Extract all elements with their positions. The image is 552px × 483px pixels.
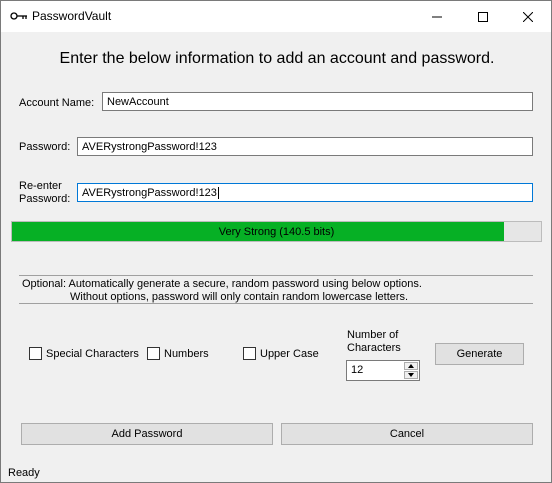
numbers-checkbox[interactable]: [147, 347, 160, 360]
page-title: Enter the below information to add an ac…: [59, 50, 495, 67]
divider-top: [19, 275, 533, 276]
cancel-button[interactable]: Cancel: [281, 423, 533, 445]
account-name-value: NewAccount: [107, 96, 169, 108]
optional-text-line2: Without options, password will only cont…: [70, 291, 409, 303]
password-value: AVERystrongPassword!123: [82, 141, 217, 153]
number-of-characters-label-line1: Number of: [347, 329, 399, 341]
text-caret: [217, 187, 219, 200]
maximize-button[interactable]: [460, 1, 506, 32]
account-name-label: Account Name:: [19, 97, 95, 109]
numbers-label[interactable]: Numbers: [164, 348, 209, 361]
reenter-password-value: AVERystrongPassword!123: [82, 187, 217, 199]
title-bar[interactable]: PasswordVault: [1, 1, 551, 32]
password-input[interactable]: AVERystrongPassword!123: [77, 137, 533, 156]
status-bar-text: Ready: [8, 467, 40, 479]
divider-bottom: [19, 303, 533, 304]
generate-button[interactable]: Generate: [435, 343, 524, 365]
add-password-button[interactable]: Add Password: [21, 423, 273, 445]
reenter-password-input[interactable]: AVERystrongPassword!123: [77, 183, 533, 202]
number-of-characters-spinbox[interactable]: 12: [346, 360, 420, 381]
reenter-label-line2: Password:: [19, 193, 71, 205]
special-characters-label[interactable]: Special Characters: [46, 348, 139, 361]
upper-case-checkbox[interactable]: [243, 347, 256, 360]
password-label: Password:: [19, 141, 71, 153]
number-of-characters-label-line2: Characters: [347, 342, 401, 354]
upper-case-label[interactable]: Upper Case: [260, 348, 319, 361]
key-icon: [10, 12, 27, 20]
close-button[interactable]: [505, 1, 551, 32]
minimize-icon: [432, 16, 442, 17]
window-title: PasswordVault: [32, 9, 112, 23]
strength-text: Very Strong (140.5 bits): [218, 226, 335, 238]
spin-buttons: [404, 362, 418, 379]
close-icon: [523, 11, 533, 22]
triangle-up-icon: [408, 364, 414, 368]
number-of-characters-value: 12: [351, 364, 364, 376]
maximize-icon: [478, 11, 488, 22]
password-strength-bar: Very Strong (140.5 bits): [11, 221, 542, 242]
spin-up-button[interactable]: [404, 362, 418, 370]
spin-down-button[interactable]: [404, 371, 418, 379]
optional-text-line1: Optional: Automatically generate a secur…: [22, 278, 422, 290]
account-name-input[interactable]: NewAccount: [102, 92, 533, 111]
password-vault-window: PasswordVault Enter the below informatio…: [0, 0, 552, 483]
reenter-label-line1: Re-enter: [19, 180, 62, 192]
minimize-button[interactable]: [414, 1, 460, 32]
special-characters-checkbox[interactable]: [29, 347, 42, 360]
triangle-down-icon: [408, 373, 414, 377]
